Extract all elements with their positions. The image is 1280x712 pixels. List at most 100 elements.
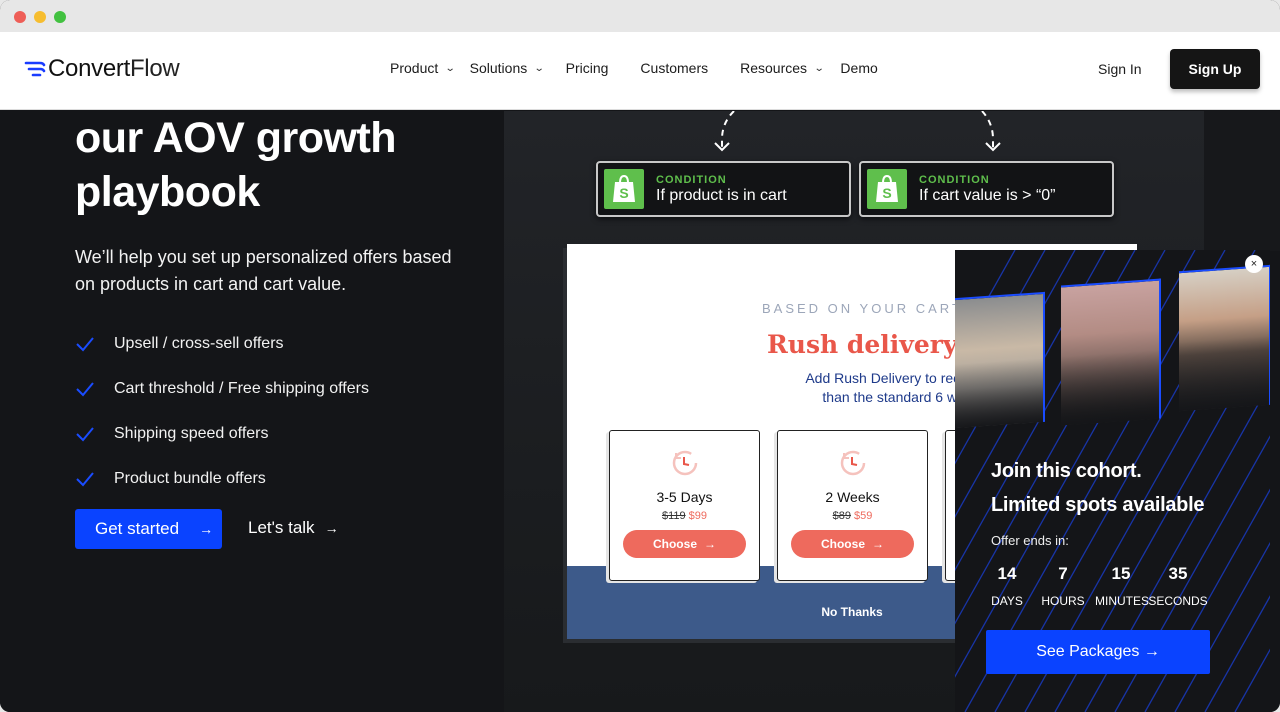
cohort-title-line: Limited spots available	[991, 494, 1205, 516]
countdown-value: 14	[997, 564, 1017, 583]
checklist-item-label: Product bundle offers	[114, 469, 266, 487]
choose-button-label: Choose	[652, 537, 697, 551]
nav-item-customers[interactable]: Customers	[640, 60, 708, 76]
hero-section: our AOV growth playbook We’ll help you s…	[0, 111, 1280, 712]
popup-eyebrow: BASED ON YOUR CART	[762, 301, 963, 316]
clock-icon	[840, 450, 865, 476]
checklist-item-label: Cart threshold / Free shipping offers	[114, 379, 369, 397]
browser-window: ConvertFlow Product ⌄ Solutions ⌄ Pricin…	[0, 0, 1280, 712]
nav-links: Product ⌄ Solutions ⌄ Pricing Customers …	[390, 60, 878, 76]
get-started-button[interactable]: Get started →	[75, 509, 222, 549]
countdown-value: 7	[1058, 564, 1068, 583]
checklist-item: Cart threshold / Free shipping offers	[75, 366, 369, 411]
team-photo-1	[955, 291, 1045, 429]
checkmark-icon	[76, 426, 94, 441]
countdown-seconds: 35 SECONDS	[1147, 564, 1209, 608]
option-price: $119 $99	[610, 510, 759, 522]
condition-node-cart-value[interactable]: S CONDITION If cart value is > “0”	[859, 161, 1114, 217]
option-name: 2 Weeks	[825, 489, 880, 505]
option-new-price: $99	[688, 510, 708, 522]
svg-text:S: S	[619, 185, 628, 201]
shopify-icon: S	[604, 169, 644, 209]
arrow-right-icon: →	[872, 537, 884, 551]
nav-item-product[interactable]: Product ⌄	[390, 60, 456, 76]
logo-word-flow: Flow	[129, 55, 180, 82]
logo-text: ConvertFlow	[48, 55, 180, 83]
zoom-window-button[interactable]	[54, 11, 66, 23]
checklist-item: Shipping speed offers	[75, 411, 369, 456]
nav-item-resources[interactable]: Resources ⌄	[740, 60, 825, 76]
clock-icon	[672, 450, 697, 476]
window-titlebar	[0, 0, 1280, 32]
condition-label: CONDITION	[656, 173, 727, 186]
feature-checklist: Upsell / cross-sell offers Cart threshol…	[75, 321, 369, 501]
see-packages-button[interactable]: See Packages →	[986, 630, 1210, 674]
option-name: 3-5 Days	[656, 489, 713, 505]
close-window-button[interactable]	[14, 11, 26, 23]
cohort-title: Join this cohort. Limited spots availabl…	[991, 454, 1204, 522]
close-popup-button[interactable]: ×	[1245, 255, 1263, 273]
nav-item-label: Pricing	[565, 60, 609, 76]
checkmark-icon	[76, 381, 94, 396]
countdown-unit: HOURS	[1041, 594, 1085, 608]
choose-button[interactable]: Choose →	[791, 530, 914, 558]
countdown-timer: 14 DAYS 7 HOURS 15 MINUTES 35 SECONDS	[985, 564, 1209, 608]
flow-connector-arrows	[714, 111, 1001, 152]
canvas-side-panel	[1204, 111, 1280, 251]
nav-item-label: Demo	[840, 60, 878, 76]
nav-item-solutions[interactable]: Solutions ⌄	[469, 60, 545, 76]
hero-title-line: playbook	[75, 168, 260, 216]
convertflow-logo[interactable]: ConvertFlow	[24, 54, 180, 84]
lets-talk-link[interactable]: Let's talk →	[248, 518, 339, 538]
team-photo-2	[1061, 278, 1161, 426]
svg-text:S: S	[882, 185, 891, 201]
cohort-popup: × Join this cohort. Limited spots availa…	[955, 250, 1270, 712]
chevron-down-icon: ⌄	[444, 62, 456, 74]
shipping-option-card: 2 Weeks $89 $59 Choose →	[777, 430, 928, 581]
option-old-price: $89	[832, 510, 851, 522]
checkmark-icon	[76, 336, 94, 351]
arrow-right-icon: →	[324, 520, 339, 536]
logo-word-convert: Convert	[48, 55, 130, 82]
get-started-label: Get started	[95, 519, 180, 538]
option-old-price: $119	[661, 510, 686, 522]
chevron-down-icon: ⌄	[533, 62, 545, 74]
countdown-unit: MINUTES	[1095, 594, 1149, 608]
condition-value: If cart value is > “0”	[919, 186, 1056, 204]
arrow-right-icon: →	[704, 537, 716, 551]
nav-item-label: Resources	[740, 60, 808, 76]
checklist-item: Product bundle offers	[75, 456, 369, 501]
countdown-days: 14 DAYS	[985, 564, 1029, 608]
nav-item-label: Solutions	[469, 60, 528, 76]
shipping-option-card: 3-5 Days $119 $99 Choose →	[609, 430, 760, 581]
nav-item-pricing[interactable]: Pricing	[566, 60, 609, 76]
countdown-value: 15	[1111, 564, 1131, 583]
hero-title-line: our AOV growth	[75, 114, 397, 162]
shopify-icon: S	[867, 169, 907, 209]
countdown-hours: 7 HOURS	[1031, 564, 1095, 608]
checklist-item-label: Upsell / cross-sell offers	[114, 334, 284, 352]
convertflow-logo-icon	[24, 61, 46, 77]
checkmark-icon	[76, 471, 94, 486]
arrow-right-icon: →	[199, 521, 214, 537]
countdown-unit: DAYS	[991, 594, 1023, 608]
sign-up-button[interactable]: Sign Up	[1170, 49, 1260, 89]
team-photo-3	[1179, 264, 1270, 412]
countdown-value: 35	[1168, 564, 1188, 583]
condition-node-product-in-cart[interactable]: S CONDITION If product is in cart	[596, 161, 851, 217]
countdown-unit: SECONDS	[1148, 594, 1208, 608]
condition-label: CONDITION	[919, 173, 990, 186]
nav-item-label: Customers	[640, 60, 709, 76]
site-navbar: ConvertFlow Product ⌄ Solutions ⌄ Pricin…	[0, 32, 1280, 110]
minimize-window-button[interactable]	[34, 11, 46, 23]
sign-in-link[interactable]: Sign In	[1098, 61, 1142, 77]
offer-ends-label: Offer ends in:	[991, 533, 1069, 548]
cohort-title-line: Join this cohort.	[991, 460, 1142, 482]
chevron-down-icon: ⌄	[813, 62, 825, 74]
countdown-minutes: 15 MINUTES	[1095, 564, 1149, 608]
choose-button[interactable]: Choose →	[623, 530, 746, 558]
checklist-item: Upsell / cross-sell offers	[75, 321, 369, 366]
checklist-item-label: Shipping speed offers	[114, 424, 269, 442]
nav-item-demo[interactable]: Demo	[840, 60, 877, 76]
condition-value: If product is in cart	[656, 186, 787, 204]
